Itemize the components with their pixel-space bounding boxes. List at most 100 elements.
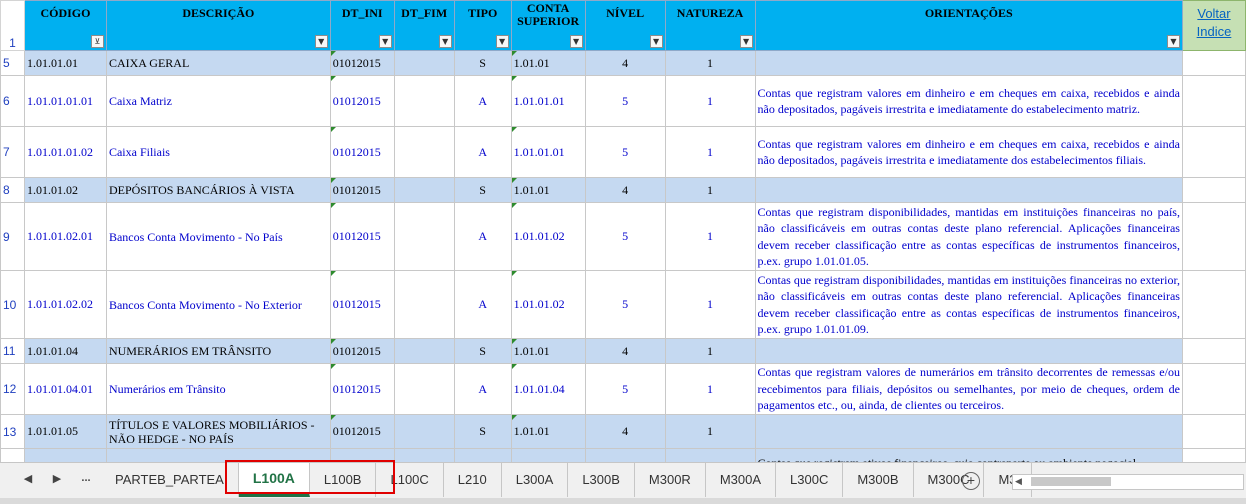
header-dt-fim[interactable]: DT_FIM ▼ <box>393 0 455 51</box>
sheet-tab-l100c[interactable]: L100C <box>376 463 444 497</box>
cell-natureza[interactable]: 1 <box>664 75 756 127</box>
cell-tipo[interactable]: S <box>453 338 512 364</box>
filter-dropdown-icon[interactable]: ▼ <box>569 35 583 48</box>
cell-tipo[interactable]: S <box>453 50 512 76</box>
cell-orientacoes[interactable] <box>754 177 1183 203</box>
filter-dropdown-icon[interactable]: ▼ <box>739 35 753 48</box>
cell-dt-fim[interactable] <box>393 448 455 462</box>
cell-tipo[interactable]: A <box>453 126 512 178</box>
empty-cell[interactable] <box>1181 75 1246 127</box>
cell-codigo[interactable]: 1.01.01.01.01 <box>23 75 107 127</box>
sheet-tab-parteb_partea[interactable]: PARTEB_PARTEA <box>101 463 239 497</box>
cell-conta-superior[interactable]: 1.01.01 <box>510 177 586 203</box>
cell-natureza[interactable]: 1 <box>664 338 756 364</box>
cell-dt-fim[interactable] <box>393 270 455 339</box>
cell-codigo[interactable]: 1.01.01.04 <box>23 338 107 364</box>
sheet-tab-l300c[interactable]: L300C <box>776 463 844 497</box>
filter-active-icon[interactable]: ⊻ <box>90 35 104 48</box>
cell-dt-fim[interactable] <box>393 75 455 127</box>
cell-nivel[interactable]: 4 <box>584 50 666 76</box>
header-nivel[interactable]: NÍVEL ▼ <box>584 0 666 51</box>
cell-codigo[interactable]: 1.01.01.01.02 <box>23 126 107 178</box>
sheet-tab-m300a[interactable]: M300A <box>705 463 777 497</box>
cell-orientacoes[interactable]: Contas que registram disponibilidades, m… <box>754 270 1183 339</box>
header-conta-superior[interactable]: CONTA SUPERIOR ▼ <box>510 0 586 51</box>
cell-orientacoes[interactable] <box>754 414 1183 449</box>
sheet-tab-l300a[interactable]: L300A <box>501 463 569 497</box>
cell-natureza[interactable]: 1 <box>664 270 756 339</box>
cell-tipo[interactable]: A <box>453 202 512 271</box>
row-number[interactable]: 9 <box>0 202 25 271</box>
empty-cell[interactable] <box>1181 177 1246 203</box>
empty-cell[interactable] <box>1181 363 1246 415</box>
cell-descricao[interactable]: TÍTULOS E VALORES MOBILIÁRIOS - NÃO HEDG… <box>105 414 331 449</box>
cell-nivel[interactable]: 5 <box>584 270 666 339</box>
cell-dt-ini[interactable]: 01012015 <box>329 270 395 339</box>
cell-tipo[interactable]: S <box>453 414 512 449</box>
filter-dropdown-icon[interactable]: ▼ <box>438 35 452 48</box>
voltar-indice-link[interactable]: Voltar Indice <box>1183 5 1244 41</box>
cell-dt-fim[interactable] <box>393 363 455 415</box>
cell-dt-ini[interactable]: 01012015 <box>329 50 395 76</box>
cell-orientacoes[interactable]: Contas que registram disponibilidades, m… <box>754 202 1183 271</box>
filter-dropdown-icon[interactable]: ▼ <box>1166 35 1180 48</box>
empty-cell[interactable] <box>1181 126 1246 178</box>
row-number[interactable]: 8 <box>0 177 25 203</box>
empty-cell[interactable] <box>1181 414 1246 449</box>
row-number[interactable]: 5 <box>0 50 25 76</box>
cell-descricao[interactable]: Bancos Conta Movimento - No Exterior <box>105 270 331 339</box>
cell-dt-fim[interactable] <box>393 202 455 271</box>
sheet-tab-m300b[interactable]: M300B <box>843 463 914 497</box>
cell-natureza[interactable] <box>664 448 756 462</box>
cell-nivel[interactable] <box>584 448 666 462</box>
empty-cell[interactable] <box>1181 270 1246 339</box>
cell-descricao[interactable]: Numerários em Trânsito <box>105 363 331 415</box>
cell-dt-fim[interactable] <box>393 177 455 203</box>
sheet-tab-l300b[interactable]: L300B <box>568 463 635 497</box>
cell-orientacoes[interactable] <box>754 50 1183 76</box>
cell-nivel[interactable]: 5 <box>584 126 666 178</box>
cell-orientacoes[interactable] <box>754 338 1183 364</box>
cell-dt-ini[interactable] <box>329 448 395 462</box>
filter-dropdown-icon[interactable]: ▼ <box>314 35 328 48</box>
filter-dropdown-icon[interactable]: ▼ <box>649 35 663 48</box>
cell-orientacoes[interactable]: Contas que registram ativos financeiros,… <box>754 448 1183 462</box>
cell-codigo[interactable]: 1.01.01.02.01 <box>23 202 107 271</box>
cell-tipo[interactable] <box>453 448 512 462</box>
cell-conta-superior[interactable]: 1.01.01.01 <box>510 126 586 178</box>
cell-descricao[interactable]: NUMERÁRIOS EM TRÂNSITO <box>105 338 331 364</box>
cell-codigo[interactable]: 1.01.01.05 <box>23 414 107 449</box>
row-number[interactable]: 13 <box>0 414 25 449</box>
sheet-tab-l100b[interactable]: L100B <box>309 463 377 497</box>
cell-natureza[interactable]: 1 <box>664 177 756 203</box>
cell-codigo[interactable] <box>23 448 107 462</box>
cell-dt-fim[interactable] <box>393 414 455 449</box>
cell-descricao[interactable]: Bancos Conta Movimento - No País <box>105 202 331 271</box>
cell-nivel[interactable]: 4 <box>584 177 666 203</box>
cell-codigo[interactable]: 1.01.01.02.02 <box>23 270 107 339</box>
add-sheet-icon[interactable]: + <box>962 472 980 490</box>
cell-tipo[interactable]: A <box>453 75 512 127</box>
cell-nivel[interactable]: 4 <box>584 414 666 449</box>
cell-nivel[interactable]: 5 <box>584 202 666 271</box>
row-number[interactable]: 12 <box>0 363 25 415</box>
empty-cell[interactable] <box>1181 202 1246 271</box>
empty-cell[interactable] <box>1181 50 1246 76</box>
cell-natureza[interactable]: 1 <box>664 202 756 271</box>
header-codigo[interactable]: CÓDIGO ⊻ <box>23 0 107 51</box>
voltar-indice-cell[interactable]: Voltar Indice <box>1181 0 1246 51</box>
cell-tipo[interactable]: A <box>453 270 512 339</box>
header-dt-ini[interactable]: DT_INI ▼ <box>329 0 395 51</box>
cell-orientacoes[interactable]: Contas que registram valores em dinheiro… <box>754 126 1183 178</box>
cell-conta-superior[interactable]: 1.01.01.02 <box>510 202 586 271</box>
cell-conta-superior[interactable]: 1.01.01 <box>510 338 586 364</box>
cell-descricao[interactable]: CAIXA GERAL <box>105 50 331 76</box>
sheet-tab-l100a[interactable]: L100A <box>238 463 310 497</box>
cell-tipo[interactable]: A <box>453 363 512 415</box>
cell-tipo[interactable]: S <box>453 177 512 203</box>
tab-scroll-prev-icon[interactable]: ◀ <box>18 472 38 485</box>
cell-dt-fim[interactable] <box>393 338 455 364</box>
row-number[interactable]: 10 <box>0 270 25 339</box>
row-number[interactable] <box>0 448 25 462</box>
cell-conta-superior[interactable]: 1.01.01 <box>510 414 586 449</box>
